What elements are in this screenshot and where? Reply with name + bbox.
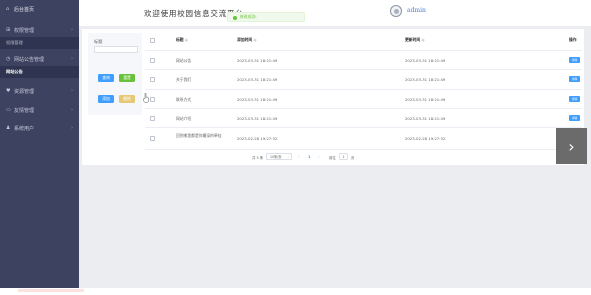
cell-title: 关于我们 <box>176 77 192 82</box>
page-number-current[interactable]: 1 <box>308 155 311 159</box>
sidebar-item-resource[interactable]: ♥ 资源管理 › <box>0 86 79 96</box>
chevron-icon: › <box>71 125 73 131</box>
hand-cursor-icon <box>143 93 149 103</box>
cell-updated: 2023-03-31 18:21:49 <box>405 58 446 63</box>
row-checkbox[interactable] <box>150 136 155 141</box>
home-icon: ⌂ <box>6 6 10 12</box>
sidebar-item-friend[interactable]: ▭ 友情管理 › <box>0 105 79 115</box>
chevron-icon: › <box>71 27 73 33</box>
cell-title: 回到哪里都是你最深的牵挂 <box>176 133 222 138</box>
sidebar-item-label: 资源管理 <box>14 88 35 95</box>
table-row: 网站介绍 2023-03-31 18:21:49 2023-03-31 18:2… <box>145 109 582 128</box>
cell-created: 2023-02-28 19:27:32 <box>237 136 278 141</box>
column-header-operation: 操作 <box>569 37 577 42</box>
main-content: 标题 查询 重置 添加 删除 标题 ◇ 添加时间 ◇ 更新时间 ◇ 操作 网站公… <box>79 26 591 288</box>
table-row: 网站公告 2023-03-31 18:21:49 2023-03-31 18:2… <box>145 51 582 70</box>
sidebar-item-label: 网站公告管理 <box>14 56 45 63</box>
sidebar-item-system-user[interactable]: ♟ 系统用户 › <box>0 123 79 133</box>
select-all-checkbox[interactable] <box>150 38 155 43</box>
table-row: 回到哪里都是你最深的牵挂 2023-02-28 19:27:32 2023-02… <box>145 128 582 150</box>
top-header: 欢迎使用校园信息交流平台 修改成功! admin <box>79 0 591 26</box>
sidebar-item-label: 网站公告 <box>6 69 23 74</box>
add-button[interactable]: 添加 <box>98 95 114 103</box>
next-page-button[interactable]: › <box>318 154 320 159</box>
page-suffix-label: 页 <box>351 155 355 160</box>
goto-label: 前往 <box>329 155 336 160</box>
sidebar-subitem-permission[interactable]: 权限管理 <box>0 38 79 48</box>
detail-button[interactable]: 详情 <box>569 76 580 82</box>
chevron-icon: › <box>71 107 73 113</box>
user-icon: ♟ <box>6 125 11 131</box>
folder-icon: ▭ <box>6 107 11 113</box>
sidebar-item-label: 系统用户 <box>14 125 35 132</box>
content-card: 标题 查询 重置 添加 删除 标题 ◇ 添加时间 ◇ 更新时间 ◇ 操作 网站公… <box>82 29 584 165</box>
page-size-value: 10条/页 <box>270 155 282 159</box>
sidebar-item-label: 友情管理 <box>14 107 35 114</box>
toast-message: 修改成功! <box>240 14 257 19</box>
sidebar-item-label: 权限管理 <box>14 27 35 34</box>
chevron-icon: › <box>71 56 73 62</box>
column-header-title[interactable]: 标题 ◇ <box>176 37 188 43</box>
page-size-select[interactable]: 10条/页 ⌄ <box>266 153 292 160</box>
cell-title: 网站介绍 <box>176 116 192 121</box>
avatar[interactable] <box>390 5 402 17</box>
reset-button[interactable]: 重置 <box>119 74 135 82</box>
sidebar-item-home[interactable]: ⌂ 后台首页 <box>0 4 79 14</box>
prev-page-button[interactable]: ‹ <box>298 154 300 159</box>
row-checkbox[interactable] <box>150 58 155 63</box>
next-arrow-button[interactable]: › <box>556 128 587 164</box>
sidebar-item-label: 后台首页 <box>14 6 35 13</box>
table-row: 关于我们 2023-03-31 18:21:49 2023-03-31 18:2… <box>145 70 582 90</box>
sidebar-item-permission[interactable]: ⊞ 权限管理 › <box>0 25 79 35</box>
bottom-accent <box>18 289 84 292</box>
column-header-updated[interactable]: 更新时间 ◇ <box>405 37 424 43</box>
column-header-created[interactable]: 添加时间 ◇ <box>237 37 256 43</box>
cell-updated: 2023-03-31 18:21:49 <box>405 116 446 121</box>
cell-created: 2023-03-31 18:21:49 <box>237 116 278 121</box>
search-label: 标题 <box>94 39 103 44</box>
search-input[interactable] <box>94 46 138 53</box>
pagination: 共 5 条 10条/页 ⌄ ‹ 1 › 前往 1 页 <box>252 153 412 161</box>
submenu-permission: 权限管理 <box>0 37 79 49</box>
success-toast: 修改成功! <box>227 12 305 22</box>
cell-updated: 2023-03-31 18:21:49 <box>405 77 446 82</box>
heart-icon: ♥ <box>6 88 11 94</box>
sidebar: ⌂ 后台首页 ⊞ 权限管理 › 权限管理 ◷ 网站公告管理 › 网站公告 ♥ 资… <box>0 0 79 288</box>
sidebar-item-label: 权限管理 <box>6 40 23 45</box>
submenu-notice: 网站公告 <box>0 66 79 78</box>
clock-icon: ◷ <box>6 56 11 62</box>
pagination-total: 共 5 条 <box>252 155 264 160</box>
table-row: 联系方式 2023-03-31 18:21:49 2023-03-31 18:2… <box>145 90 582 109</box>
success-icon <box>233 15 237 20</box>
cell-title: 联系方式 <box>176 97 192 102</box>
cell-created: 2023-03-31 18:21:49 <box>237 77 278 82</box>
search-panel: 标题 查询 重置 添加 删除 <box>88 33 142 115</box>
table-header: 标题 ◇ 添加时间 ◇ 更新时间 ◇ 操作 <box>145 29 582 51</box>
cell-title: 网站公告 <box>176 58 192 63</box>
cell-created: 2023-03-31 18:21:49 <box>237 58 278 63</box>
detail-button[interactable]: 详情 <box>569 57 580 63</box>
chevron-icon: › <box>71 88 73 94</box>
sidebar-item-notice-manage[interactable]: ◷ 网站公告管理 › <box>0 54 79 64</box>
detail-button[interactable]: 详情 <box>569 96 580 102</box>
sidebar-subitem-notice[interactable]: 网站公告 <box>0 67 79 77</box>
row-checkbox[interactable] <box>150 116 155 121</box>
page-jump-input[interactable]: 1 <box>339 153 348 160</box>
detail-button[interactable]: 详情 <box>569 115 580 121</box>
cell-updated: 2023-02-28 19:27:32 <box>405 136 446 141</box>
row-checkbox[interactable] <box>150 97 155 102</box>
bottom-bar <box>0 288 591 295</box>
row-checkbox[interactable] <box>150 77 155 82</box>
cell-created: 2023-03-31 18:21:49 <box>237 97 278 102</box>
cell-updated: 2023-03-31 18:21:49 <box>405 97 446 102</box>
chevron-down-icon: ⌄ <box>287 154 290 159</box>
username[interactable]: admin <box>407 7 426 14</box>
grid-icon: ⊞ <box>6 27 11 33</box>
delete-button[interactable]: 删除 <box>119 95 135 103</box>
query-button[interactable]: 查询 <box>98 74 114 82</box>
